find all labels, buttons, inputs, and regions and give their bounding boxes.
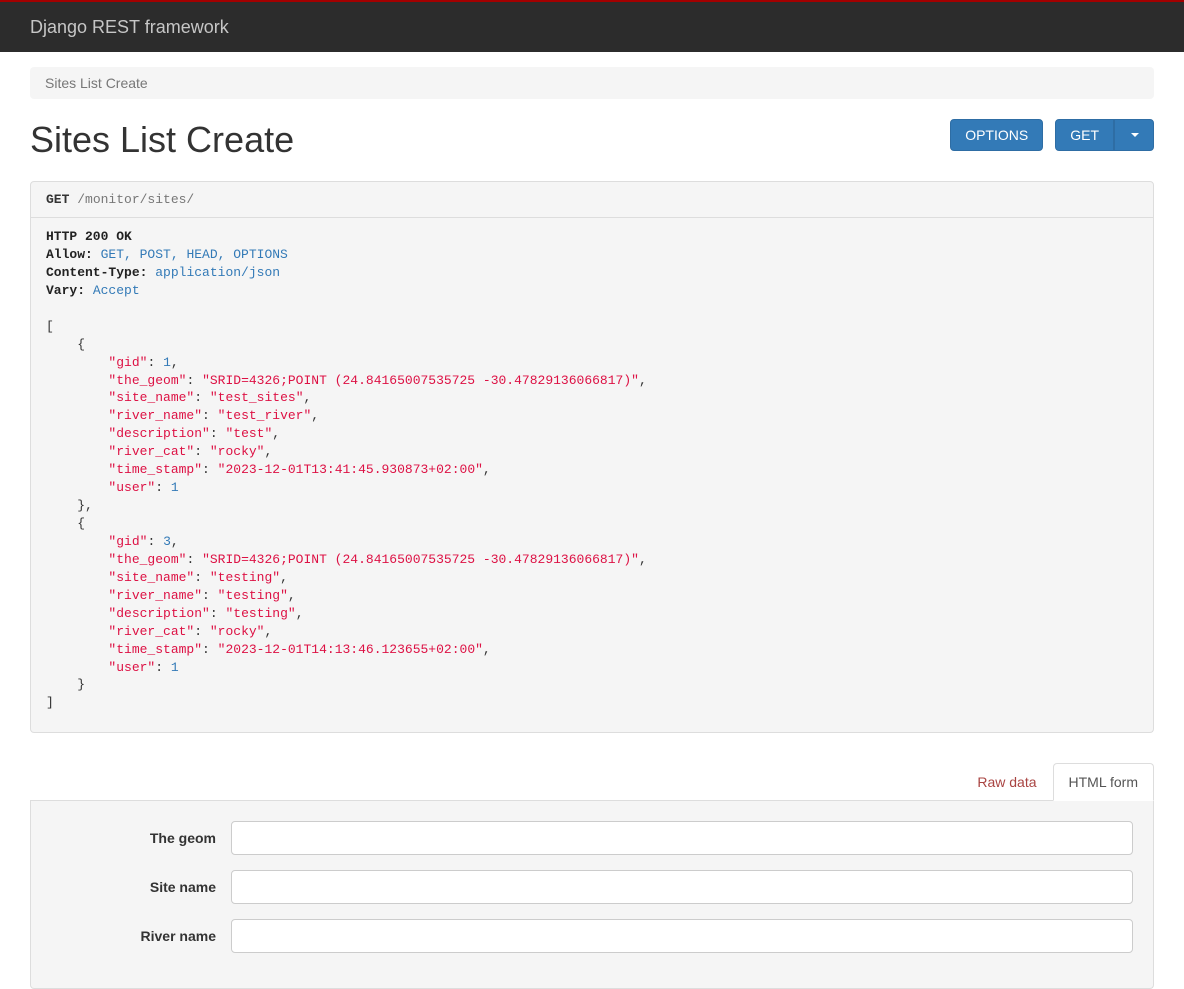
form-tabs: Raw data HTML form: [30, 763, 1154, 801]
breadcrumb: Sites List Create: [30, 67, 1154, 99]
response-pre: HTTP 200 OK Allow: GET, POST, HEAD, OPTI…: [46, 228, 1138, 712]
html-form-panel: The geom Site name River name: [30, 801, 1154, 989]
get-button-group: GET: [1055, 119, 1154, 151]
form-label: The geom: [51, 830, 231, 846]
form-label: Site name: [51, 879, 231, 895]
caret-down-icon: [1131, 133, 1139, 137]
form-group: Site name: [51, 870, 1133, 904]
request-method: GET: [46, 192, 69, 207]
response-block: HTTP 200 OK Allow: GET, POST, HEAD, OPTI…: [30, 218, 1154, 733]
form-input[interactable]: [231, 821, 1133, 855]
tab-raw-data[interactable]: Raw data: [961, 763, 1052, 801]
request-line: GET /monitor/sites/: [30, 181, 1154, 218]
page-title: Sites List Create: [30, 119, 294, 161]
request-path: /monitor/sites/: [77, 192, 194, 207]
tab-html-form[interactable]: HTML form: [1053, 763, 1154, 801]
form-input[interactable]: [231, 919, 1133, 953]
form-label: River name: [51, 928, 231, 944]
breadcrumb-item[interactable]: Sites List Create: [45, 75, 148, 91]
form-input[interactable]: [231, 870, 1133, 904]
brand-link[interactable]: Django REST framework: [30, 17, 229, 38]
get-dropdown-toggle[interactable]: [1114, 119, 1154, 151]
navbar: Django REST framework: [0, 2, 1184, 52]
get-button[interactable]: GET: [1055, 119, 1114, 151]
options-button[interactable]: OPTIONS: [950, 119, 1043, 151]
form-group: River name: [51, 919, 1133, 953]
form-group: The geom: [51, 821, 1133, 855]
